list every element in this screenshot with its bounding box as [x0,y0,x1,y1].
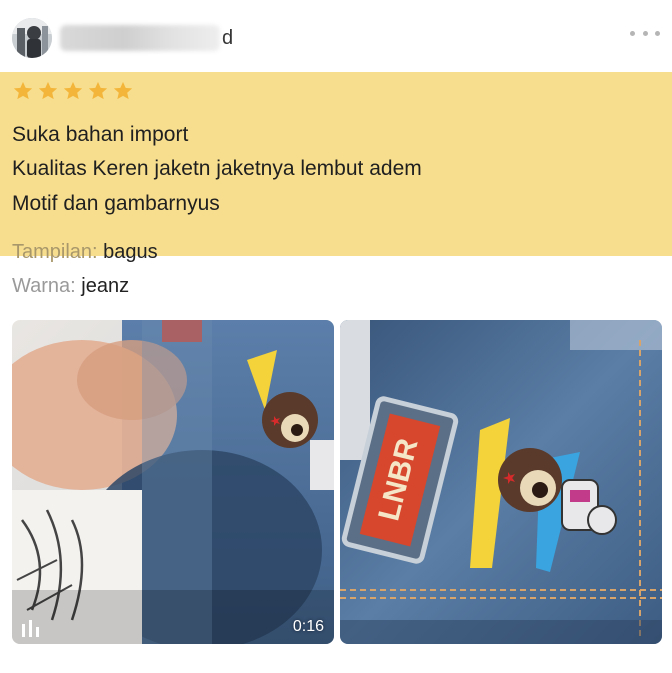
username-blurred [60,25,220,51]
avatar[interactable] [12,18,52,58]
next-section-cutoff [12,660,16,673]
attribute-value: bagus [103,241,158,263]
more-dots-icon[interactable] [630,26,660,40]
attribute-appearance: Tampilan: bagus [12,239,158,265]
video-bars-icon [22,620,39,637]
star-icon [113,81,133,100]
jacket-photo-image: LNBR [340,320,662,644]
video-duration: 0:16 [292,618,324,635]
username[interactable]: d [60,22,233,54]
video-frame-image [12,320,334,644]
review-video-thumbnail[interactable]: 0:16 [12,320,334,644]
review-text-line: Motif dan gambarnyus [12,192,220,215]
review-header: d [0,0,672,72]
review-text-line: Kualitas Keren jaketn jaketnya lembut ad… [12,157,422,180]
star-icon [13,81,33,100]
review-text-line: Suka bahan import [12,123,189,146]
attribute-key: Warna: [12,275,76,297]
review-photo-thumbnail[interactable]: LNBR [340,320,662,644]
username-suffix: d [222,26,234,49]
star-rating [12,80,134,102]
attribute-color: Warna: jeanz [12,273,129,299]
attribute-value: jeanz [81,275,130,297]
star-icon [38,81,58,100]
attribute-key: Tampilan: [12,241,98,263]
star-icon [63,81,83,100]
star-icon [88,81,108,100]
